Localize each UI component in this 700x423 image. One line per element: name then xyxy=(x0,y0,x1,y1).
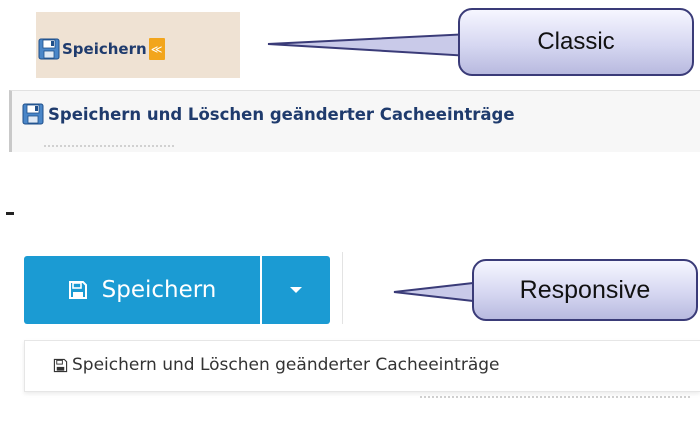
classic-save-button[interactable]: Speichern ≪ xyxy=(38,34,165,64)
responsive-menu-item-label: Speichern und Löschen geänderter Cacheei… xyxy=(72,355,500,375)
classic-save-label: Speichern xyxy=(62,40,147,58)
caret-down-icon xyxy=(290,287,302,293)
responsive-dropdown-toggle[interactable] xyxy=(262,256,330,324)
menu-clipped-content xyxy=(420,396,690,404)
toolbar-divider xyxy=(342,252,343,324)
callout-classic: Classic xyxy=(458,8,694,76)
responsive-callout-pointer xyxy=(393,280,483,304)
classic-menu-item-save-clear-cache[interactable]: Speichern und Löschen geänderter Cacheei… xyxy=(22,103,515,125)
callout-responsive-label: Responsive xyxy=(519,275,651,304)
classic-dropdown-menu: Speichern und Löschen geänderter Cacheei… xyxy=(9,90,700,152)
floppy-disk-icon xyxy=(53,358,68,372)
classic-callout-pointer xyxy=(267,32,471,58)
floppy-disk-icon xyxy=(22,103,44,125)
menu-clipped-content xyxy=(44,145,174,152)
responsive-save-label: Speichern xyxy=(101,277,217,303)
callout-classic-label: Classic xyxy=(537,28,615,55)
responsive-menu-item-save-clear-cache[interactable]: Speichern und Löschen geänderter Cacheei… xyxy=(53,355,500,375)
floppy-disk-icon xyxy=(38,38,60,60)
floppy-disk-icon xyxy=(68,281,87,299)
double-chevron-down-icon[interactable]: ≪ xyxy=(148,38,165,60)
callout-responsive: Responsive xyxy=(472,259,698,321)
separator-dash xyxy=(6,212,14,215)
classic-menu-item-label: Speichern und Löschen geänderter Cacheei… xyxy=(48,104,515,124)
responsive-save-button-group: Speichern xyxy=(24,256,330,324)
responsive-dropdown-menu: Speichern und Löschen geänderter Cacheei… xyxy=(24,340,700,392)
responsive-save-button[interactable]: Speichern xyxy=(24,256,260,324)
